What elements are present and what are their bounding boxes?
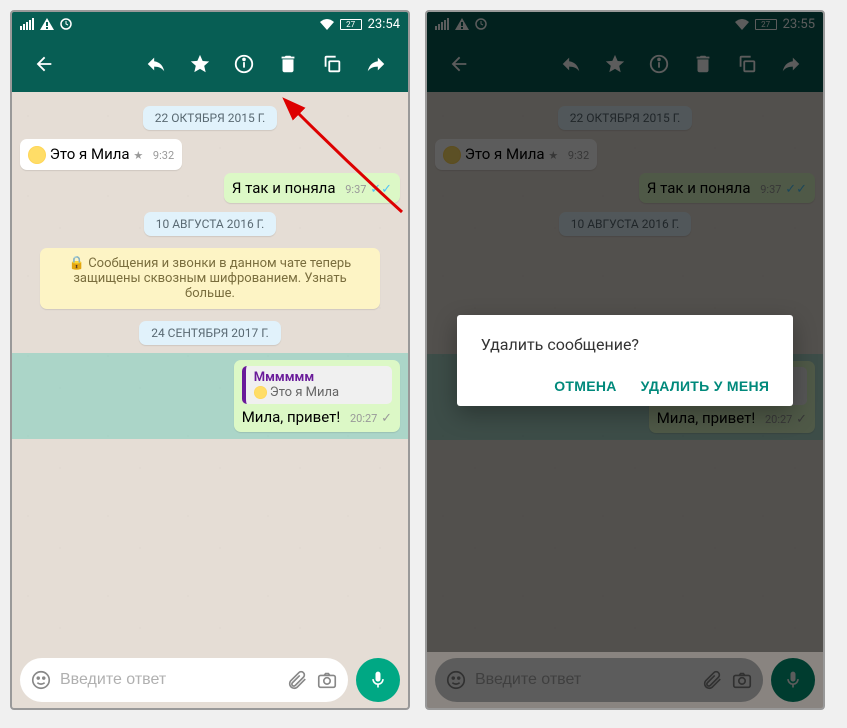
reply-sender-name: Мммммм bbox=[254, 370, 384, 385]
battery-icon: 27 bbox=[340, 19, 362, 30]
delete-dialog-overlay[interactable]: Удалить сообщение? ОТМЕНА УДАЛИТЬ У МЕНЯ bbox=[427, 12, 823, 708]
message-time: 9:37 bbox=[345, 183, 366, 196]
reply-preview: Мммммм Это я Мила bbox=[242, 366, 392, 404]
delete-for-me-button[interactable]: УДАЛИТЬ У МЕНЯ bbox=[641, 378, 770, 394]
message-outgoing[interactable]: Я так и поняла 9:37 ✓✓ bbox=[20, 173, 400, 203]
wifi-icon bbox=[320, 19, 334, 30]
star-icon[interactable] bbox=[180, 44, 220, 84]
date-separator: 24 СЕНТЯБРЯ 2017 Г. bbox=[139, 321, 281, 345]
voice-message-button[interactable] bbox=[356, 658, 400, 702]
sent-tick-icon: ✓ bbox=[381, 411, 392, 426]
encryption-text: Сообщения и звонки в данном чате теперь … bbox=[73, 256, 351, 301]
cancel-button[interactable]: ОТМЕНА bbox=[554, 378, 616, 394]
emoji-picker-icon[interactable] bbox=[30, 669, 52, 691]
message-input-box[interactable] bbox=[20, 658, 348, 702]
emoji-face-icon bbox=[28, 146, 46, 164]
warning-icon bbox=[40, 18, 54, 30]
clock-text: 23:54 bbox=[368, 17, 400, 32]
encryption-notice[interactable]: 🔒 Сообщения и звонки в данном чате тепер… bbox=[40, 248, 380, 309]
message-incoming[interactable]: Это я Мила ★ 9:32 bbox=[20, 139, 400, 170]
emoji-face-icon bbox=[254, 386, 267, 399]
reply-icon[interactable] bbox=[136, 44, 176, 84]
message-text: Мила, привет! bbox=[242, 408, 341, 426]
message-action-toolbar bbox=[12, 36, 408, 92]
phone-screen-right: 27 23:55 22 ОКТЯБРЯ 2015 Г. Это я Мила bbox=[425, 10, 825, 710]
signal-icon bbox=[20, 18, 34, 30]
dialog-title: Удалить сообщение? bbox=[481, 335, 770, 354]
chat-messages-area[interactable]: 22 ОКТЯБРЯ 2015 Г. Это я Мила ★ 9:32 Я т… bbox=[12, 92, 408, 652]
message-text: Я так и поняла bbox=[232, 179, 336, 197]
info-icon[interactable] bbox=[224, 44, 264, 84]
message-text: Это я Мила bbox=[50, 145, 130, 163]
delete-icon[interactable] bbox=[268, 44, 308, 84]
copy-icon[interactable] bbox=[312, 44, 352, 84]
message-time: 20:27 bbox=[350, 412, 377, 425]
star-marker: ★ bbox=[133, 149, 143, 162]
lock-icon: 🔒 bbox=[69, 256, 85, 271]
phone-screen-left: 27 23:54 22 ОКТЯБРЯ 2015 Г. bbox=[10, 10, 410, 710]
message-text-input[interactable] bbox=[60, 671, 278, 689]
sync-icon bbox=[60, 18, 72, 30]
selected-message-row[interactable]: Мммммм Это я Мила Мила, привет! 20:27 ✓ bbox=[12, 353, 408, 439]
forward-icon[interactable] bbox=[356, 44, 396, 84]
date-separator: 10 АВГУСТА 2016 Г. bbox=[144, 212, 277, 236]
message-time: 9:32 bbox=[153, 149, 174, 162]
status-bar: 27 23:54 bbox=[12, 12, 408, 36]
read-ticks-icon: ✓✓ bbox=[370, 182, 392, 197]
message-input-bar bbox=[12, 652, 408, 708]
reply-snippet: Это я Мила bbox=[270, 385, 339, 400]
delete-message-dialog: Удалить сообщение? ОТМЕНА УДАЛИТЬ У МЕНЯ bbox=[457, 315, 794, 406]
battery-level: 27 bbox=[346, 20, 355, 29]
attach-icon[interactable] bbox=[286, 669, 308, 691]
camera-icon[interactable] bbox=[316, 669, 338, 691]
back-button[interactable] bbox=[24, 44, 64, 84]
date-separator: 22 ОКТЯБРЯ 2015 Г. bbox=[143, 106, 278, 130]
